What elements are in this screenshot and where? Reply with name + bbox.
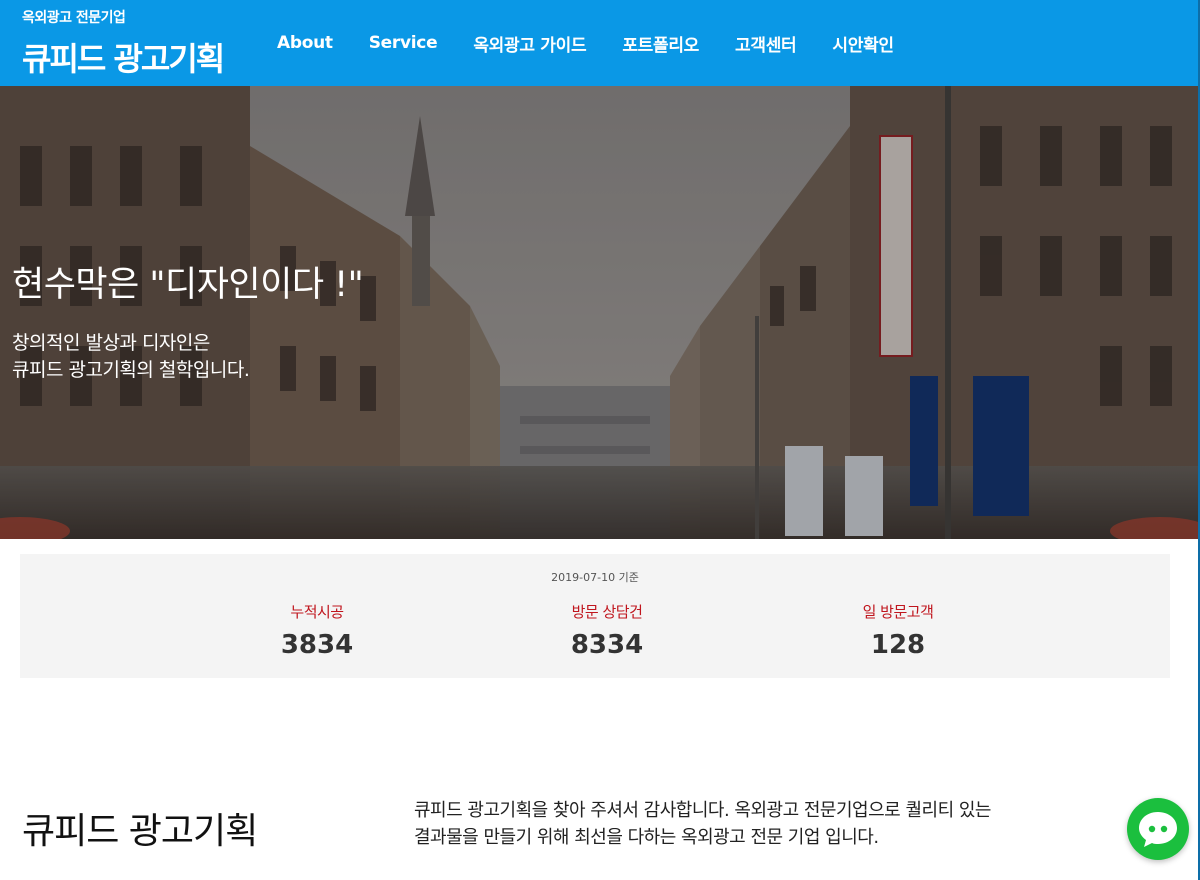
stat-value: 8334: [570, 630, 644, 660]
hero-subtitle: 창의적인 발상과 디자인은 큐피드 광고기획의 철학입니다.: [12, 330, 250, 384]
nav-portfolio[interactable]: 포트폴리오: [622, 31, 699, 56]
chat-bubble-icon: [1139, 812, 1177, 847]
nav-about[interactable]: About: [277, 33, 333, 53]
stat-value: 3834: [280, 630, 354, 660]
hero-background-image: [0, 86, 1198, 539]
stat-label: 일 방문고객: [862, 603, 934, 621]
hero-title: 현수막은 "디자인이다 !": [12, 265, 364, 305]
about-line: 큐피드 광고기획을 찾아 주셔서 감사합니다. 옥외광고 전문기업으로 퀄리티 …: [414, 800, 991, 821]
stat-daily-visitors: 일 방문고객 128: [818, 601, 978, 660]
about-title: 큐피드 광고기획: [22, 811, 258, 852]
nav-outdoor-guide[interactable]: 옥외광고 가이드: [473, 31, 586, 56]
stats-date: 2019-07-10 기준: [551, 571, 639, 584]
nav-draft-check[interactable]: 시안확인: [832, 31, 894, 56]
stat-cumulative-installs: 누적시공 3834: [237, 601, 397, 660]
about-line: 결과물을 만들기 위해 최선을 다하는 옥외광고 전문 기업 입니다.: [414, 827, 879, 848]
about-description: 큐피드 광고기획을 찾아 주셔서 감사합니다. 옥외광고 전문기업으로 퀄리티 …: [414, 797, 991, 851]
stat-consultations: 방문 상담건 8334: [527, 601, 687, 660]
stats-panel: 2019-07-10 기준 누적시공 3834 방문 상담건 8334 일 방문…: [20, 554, 1170, 678]
nav-customer-center[interactable]: 고객센터: [735, 31, 797, 56]
logo-tagline[interactable]: 옥외광고 전문기업: [22, 7, 126, 27]
hero-subtitle-line: 큐피드 광고기획의 철학입니다.: [12, 359, 250, 381]
site-header: 옥외광고 전문기업 큐피드 광고기획 About Service 옥외광고 가이…: [0, 0, 1198, 86]
stat-label: 누적시공: [290, 603, 344, 621]
nav-service[interactable]: Service: [369, 33, 438, 53]
stat-label: 방문 상담건: [571, 603, 643, 621]
hero-subtitle-line: 창의적인 발상과 디자인은: [12, 332, 210, 354]
logo[interactable]: 큐피드 광고기획: [22, 34, 225, 80]
hero-banner: 현수막은 "디자인이다 !" 창의적인 발상과 디자인은 큐피드 광고기획의 철…: [0, 86, 1198, 539]
chat-button[interactable]: [1127, 798, 1189, 860]
main-nav: About Service 옥외광고 가이드 포트폴리오 고객센터 시안확인: [277, 30, 894, 56]
stat-value: 128: [870, 630, 926, 660]
